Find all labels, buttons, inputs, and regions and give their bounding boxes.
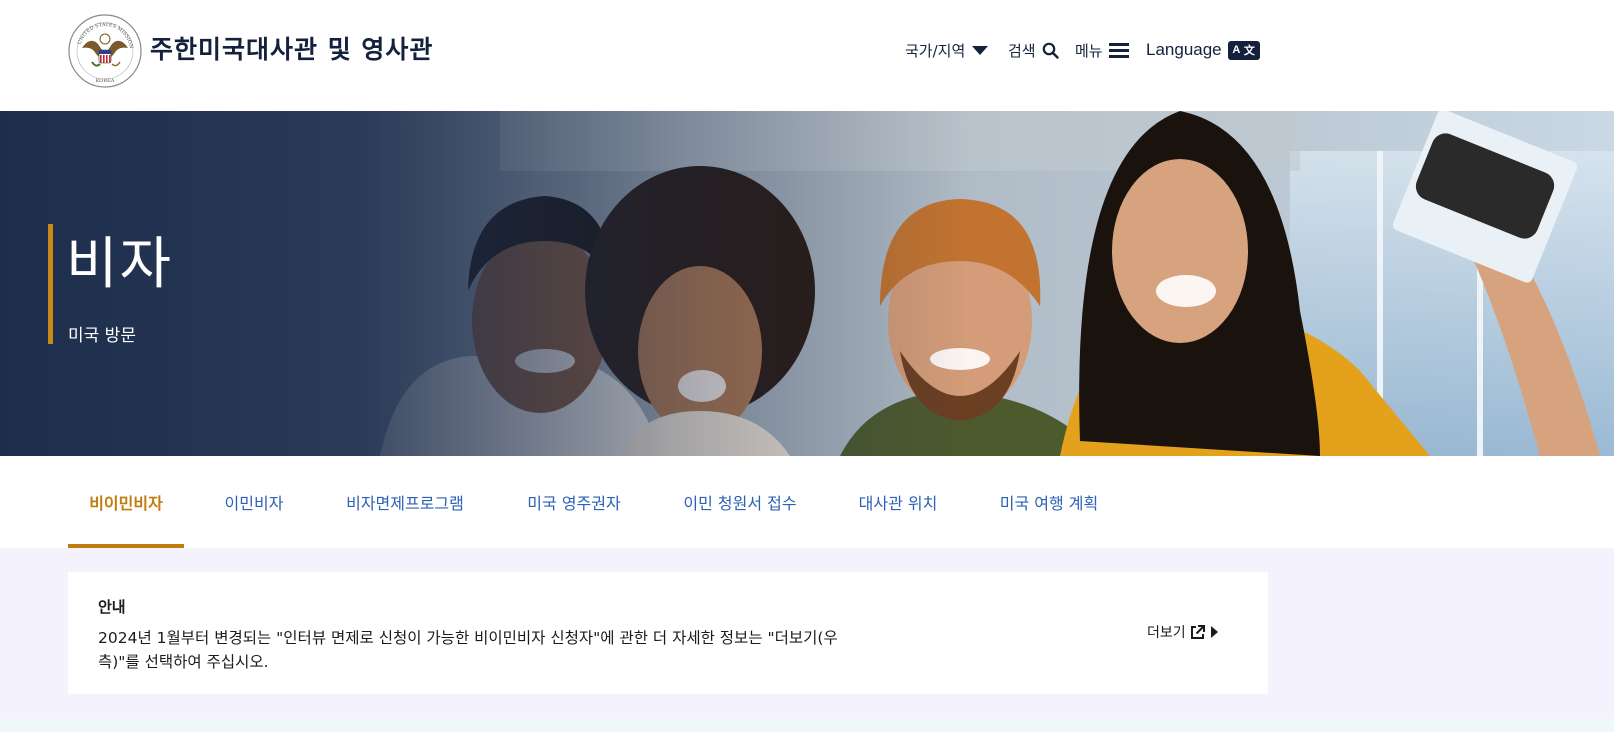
notice-section: 안내 2024년 1월부터 변경되는 "인터뷰 면제로 신청이 가능한 비이민비…	[0, 548, 1614, 718]
menu-label: 메뉴	[1075, 41, 1103, 60]
external-link-icon	[1190, 624, 1205, 640]
hero-banner: 비자 미국 방문	[0, 111, 1614, 456]
next-section-strip	[0, 718, 1614, 732]
svg-text:KOREA: KOREA	[96, 78, 115, 84]
tab-immigrant-petition-filing[interactable]: 이민 청원서 접수	[678, 456, 802, 548]
caret-down-icon	[971, 44, 989, 56]
menu-button[interactable]: 메뉴	[1075, 36, 1129, 64]
translate-icon: A文	[1227, 40, 1260, 60]
read-more-label: 더보기	[1147, 625, 1186, 641]
embassy-seal-logo[interactable]: UNITED STATES MISSION KOREA	[68, 14, 142, 88]
tab-embassy-location[interactable]: 대사관 위치	[852, 456, 944, 548]
country-region-dropdown[interactable]: 국가/지역	[905, 36, 989, 64]
tab-plan-us-travel[interactable]: 미국 여행 계획	[994, 456, 1104, 548]
tab-nonimmigrant-visa[interactable]: 비이민비자	[68, 456, 184, 548]
visa-section-tabs: 비이민비자 이민비자 비자면제프로그램 미국 영주권자 이민 청원서 접수 대사…	[0, 456, 1614, 548]
language-selector[interactable]: Language A文	[1146, 36, 1260, 64]
hero-title: 비자	[66, 232, 174, 297]
tab-us-permanent-residents[interactable]: 미국 영주권자	[520, 456, 628, 548]
language-label: Language	[1146, 40, 1222, 59]
search-button[interactable]: 검색	[1008, 36, 1059, 64]
hero-accent-bar	[48, 224, 53, 344]
hero-subtitle: 미국 방문	[68, 326, 136, 346]
hero-overlay	[0, 111, 1614, 456]
site-header: UNITED STATES MISSION KOREA 주한미국대사관 및 영사…	[0, 0, 1614, 111]
caret-right-icon	[1209, 625, 1219, 639]
notice-card: 안내 2024년 1월부터 변경되는 "인터뷰 면제로 신청이 가능한 비이민비…	[68, 572, 1268, 694]
search-label: 검색	[1008, 41, 1036, 60]
notice-body: 2024년 1월부터 변경되는 "인터뷰 면제로 신청이 가능한 비이민비자 신…	[98, 629, 838, 671]
search-icon	[1042, 42, 1059, 59]
tab-immigrant-visa[interactable]: 이민비자	[212, 456, 296, 548]
country-region-label: 국가/지역	[905, 41, 966, 60]
tab-visa-waiver-program[interactable]: 비자면제프로그램	[336, 456, 474, 548]
site-title[interactable]: 주한미국대사관 및 영사관	[150, 30, 433, 66]
notice-title: 안내	[98, 598, 126, 616]
hamburger-menu-icon	[1108, 42, 1129, 58]
read-more-link[interactable]: 더보기	[1147, 622, 1219, 642]
